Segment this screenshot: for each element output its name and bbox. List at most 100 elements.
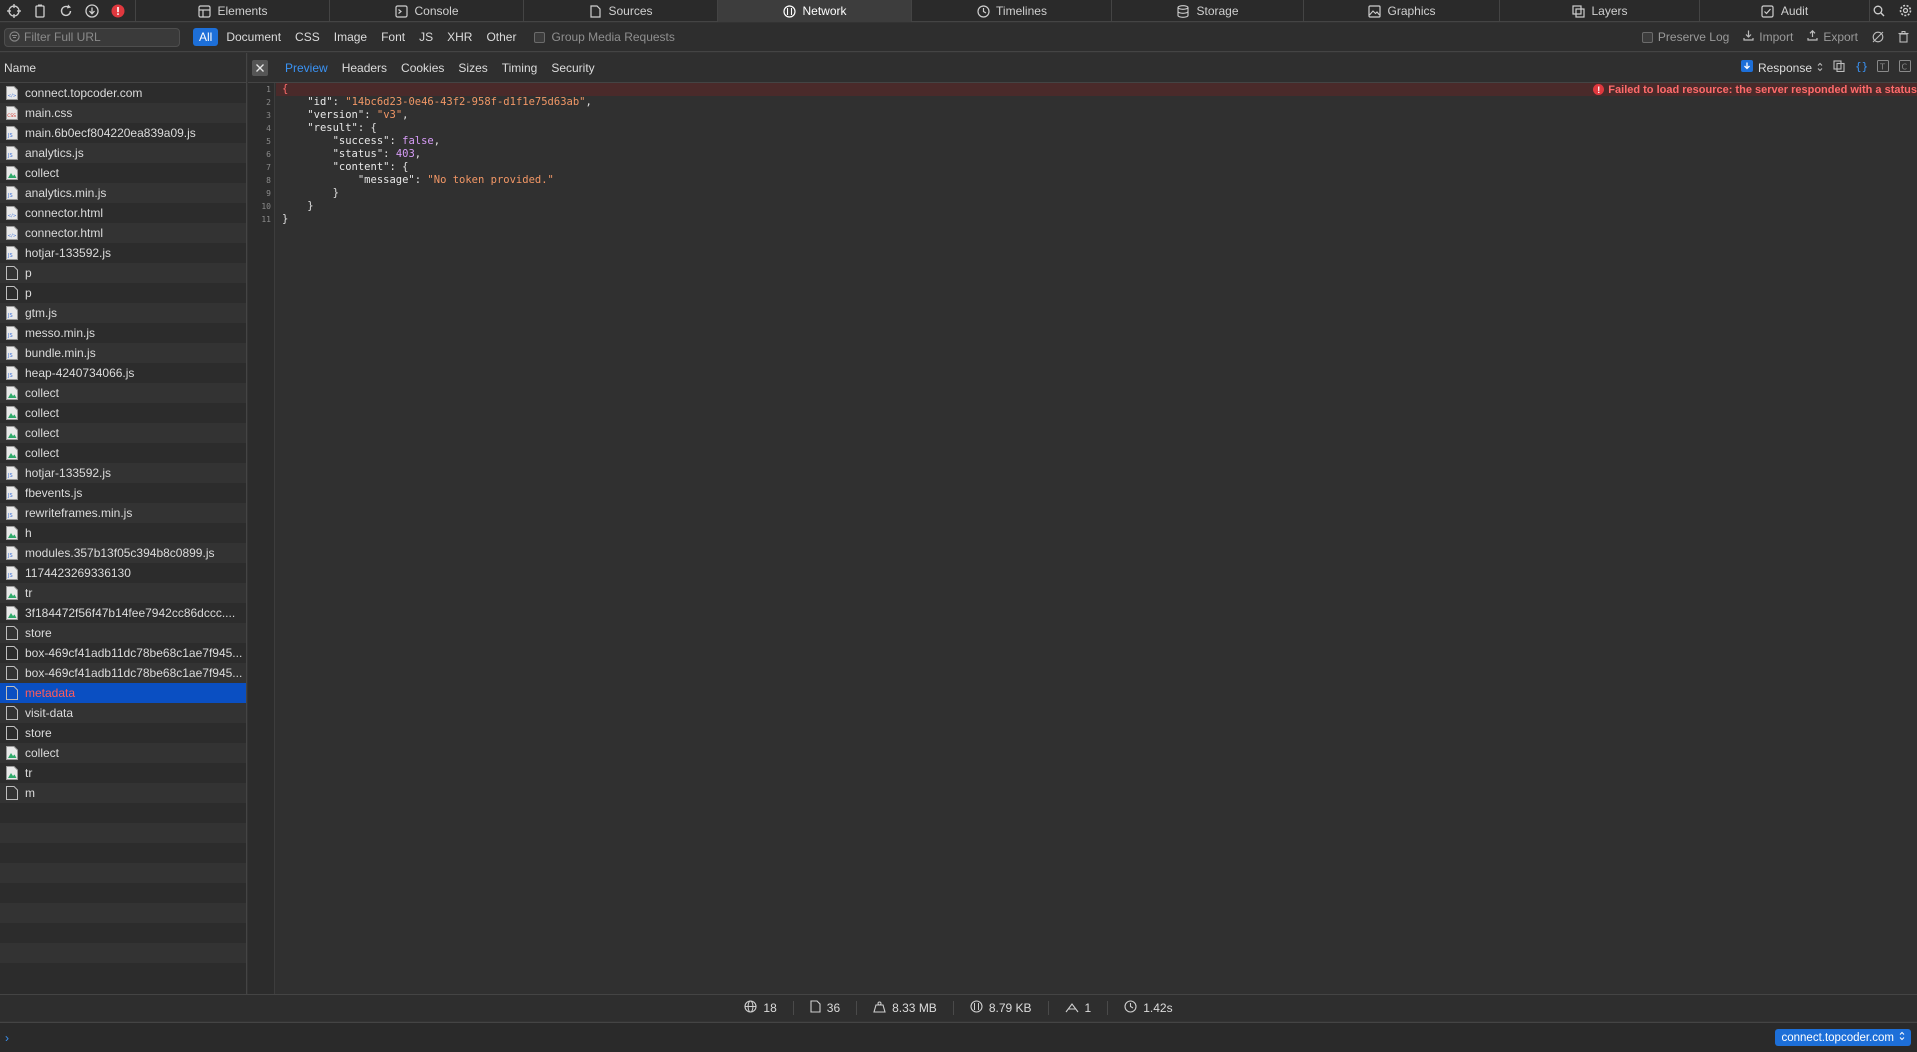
request-row[interactable]: JS main.6b0ecf804220ea839a09.js (0, 123, 246, 143)
close-detail-button[interactable] (252, 59, 268, 76)
preserve-log-checkbox[interactable] (1641, 31, 1653, 43)
group-media-requests-toggle[interactable]: Group Media Requests (534, 30, 675, 44)
request-row[interactable]: tr (0, 763, 246, 783)
request-row[interactable]: store (0, 723, 246, 743)
code-line: "result": { (307, 122, 377, 134)
text-view-icon[interactable]: T (1877, 60, 1889, 75)
console-prompt[interactable]: › (5, 1031, 9, 1045)
filter-url-input[interactable] (24, 30, 174, 44)
request-row[interactable]: tr (0, 583, 246, 603)
request-row[interactable]: p (0, 283, 246, 303)
request-row[interactable]: box-469cf41adb11dc78be68c1ae7f945... (0, 663, 246, 683)
tab-graphics[interactable]: Graphics (1304, 0, 1500, 22)
request-name: collect (25, 406, 60, 420)
request-name: visit-data (25, 706, 74, 720)
request-row[interactable]: m (0, 783, 246, 803)
tab-headers[interactable]: Headers (335, 61, 394, 75)
request-row[interactable]: JS fbevents.js (0, 483, 246, 503)
tab-network[interactable]: Network (718, 0, 912, 22)
download-icon[interactable] (84, 3, 100, 19)
tab-storage[interactable]: Storage (1112, 0, 1304, 22)
request-row[interactable]: JS rewriteframes.min.js (0, 503, 246, 523)
import-button[interactable]: Import (1743, 30, 1793, 44)
quick-console[interactable]: › connect.topcoder.com (0, 1022, 1917, 1052)
request-row[interactable]: </> connect.topcoder.com (0, 83, 246, 103)
request-row[interactable]: collect (0, 443, 246, 463)
request-row[interactable]: 3f184472f56f47b14fee7942cc86dccc.... (0, 603, 246, 623)
disable-caches-icon[interactable] (1872, 31, 1884, 43)
tab-layers[interactable]: Layers (1500, 0, 1700, 22)
request-row[interactable]: JS analytics.js (0, 143, 246, 163)
request-row[interactable]: h (0, 523, 246, 543)
request-row[interactable]: CSS main.css (0, 103, 246, 123)
filter-other[interactable]: Other (480, 28, 522, 46)
request-row[interactable]: JS hotjar-133592.js (0, 243, 246, 263)
error-indicator-icon[interactable] (110, 3, 126, 19)
request-row[interactable]: collect (0, 743, 246, 763)
show-certificate-icon[interactable]: C (1899, 60, 1911, 75)
tab-sizes[interactable]: Sizes (451, 61, 494, 75)
tab-cookies[interactable]: Cookies (394, 61, 451, 75)
request-row[interactable]: </> connector.html (0, 223, 246, 243)
request-row[interactable]: box-469cf41adb11dc78be68c1ae7f945... (0, 643, 246, 663)
request-row[interactable]: JS analytics.min.js (0, 183, 246, 203)
request-name: box-469cf41adb11dc78be68c1ae7f945... (25, 666, 243, 680)
filter-image[interactable]: Image (328, 28, 373, 46)
clear-network-items-icon[interactable] (1898, 31, 1909, 43)
filter-xhr[interactable]: XHR (441, 28, 478, 46)
filter-css[interactable]: CSS (289, 28, 326, 46)
request-row[interactable]: JS heap-4240734066.js (0, 363, 246, 383)
request-row[interactable]: collect (0, 163, 246, 183)
pretty-print-icon[interactable]: {} (1855, 60, 1868, 75)
request-row[interactable]: JS modules.357b13f05c394b8c0899.js (0, 543, 246, 563)
tab-timing[interactable]: Timing (495, 61, 545, 75)
tab-timelines[interactable]: Timelines (912, 0, 1112, 22)
inspect-element-icon[interactable] (6, 3, 22, 19)
console-error-message[interactable]: ! Failed to load resource: the server re… (1593, 83, 1917, 96)
tab-security[interactable]: Security (544, 61, 601, 75)
filter-font[interactable]: Font (375, 28, 411, 46)
response-selector[interactable]: Response (1740, 60, 1823, 75)
group-media-checkbox[interactable] (534, 31, 546, 43)
tab-elements[interactable]: Elements (136, 0, 330, 22)
request-row[interactable]: visit-data (0, 703, 246, 723)
tab-preview[interactable]: Preview (278, 61, 335, 75)
execution-context-selector[interactable]: connect.topcoder.com (1775, 1029, 1911, 1046)
network-icon (782, 4, 796, 18)
request-row[interactable]: p (0, 263, 246, 283)
elements-icon (197, 4, 211, 18)
request-row[interactable]: JS hotjar-133592.js (0, 463, 246, 483)
gear-icon[interactable] (1897, 3, 1913, 19)
reload-icon[interactable] (58, 3, 74, 19)
preserve-log-toggle[interactable]: Preserve Log (1641, 30, 1730, 44)
copy-icon[interactable] (1833, 60, 1845, 75)
filter-url-field[interactable] (4, 27, 180, 47)
detail-actions: Response {} T C (1740, 60, 1917, 75)
code-line: "success": false, (332, 135, 441, 147)
generic-file-icon (6, 706, 18, 720)
preserve-log-label: Preserve Log (1657, 30, 1730, 44)
request-row[interactable]: JS gtm.js (0, 303, 246, 323)
request-row[interactable]: collect (0, 383, 246, 403)
code-line: "message": "No token provided." (357, 174, 554, 186)
request-row[interactable]: JS messo.min.js (0, 323, 246, 343)
filter-document[interactable]: Document (220, 28, 287, 46)
tab-sources[interactable]: Sources (524, 0, 718, 22)
request-row[interactable]: collect (0, 423, 246, 443)
filter-js[interactable]: JS (413, 28, 439, 46)
request-row[interactable]: collect (0, 403, 246, 423)
request-row[interactable]: JS bundle.min.js (0, 343, 246, 363)
request-row[interactable]: JS 1174423269336130 (0, 563, 246, 583)
name-column-header[interactable]: Name (0, 53, 246, 83)
request-row[interactable]: metadata (0, 683, 246, 703)
filter-icon (9, 30, 20, 45)
search-icon[interactable] (1871, 3, 1887, 19)
tab-audit[interactable]: Audit (1700, 0, 1870, 22)
export-button[interactable]: Export (1807, 29, 1858, 44)
request-row[interactable]: </> connector.html (0, 203, 246, 223)
json-code[interactable]: { "id": "14bc6d23-0e46-43f2-958f-d1f1e75… (282, 83, 592, 226)
clear-icon[interactable] (32, 3, 48, 19)
request-row[interactable]: store (0, 623, 246, 643)
tab-console[interactable]: Console (330, 0, 524, 22)
filter-all[interactable]: All (193, 28, 219, 46)
